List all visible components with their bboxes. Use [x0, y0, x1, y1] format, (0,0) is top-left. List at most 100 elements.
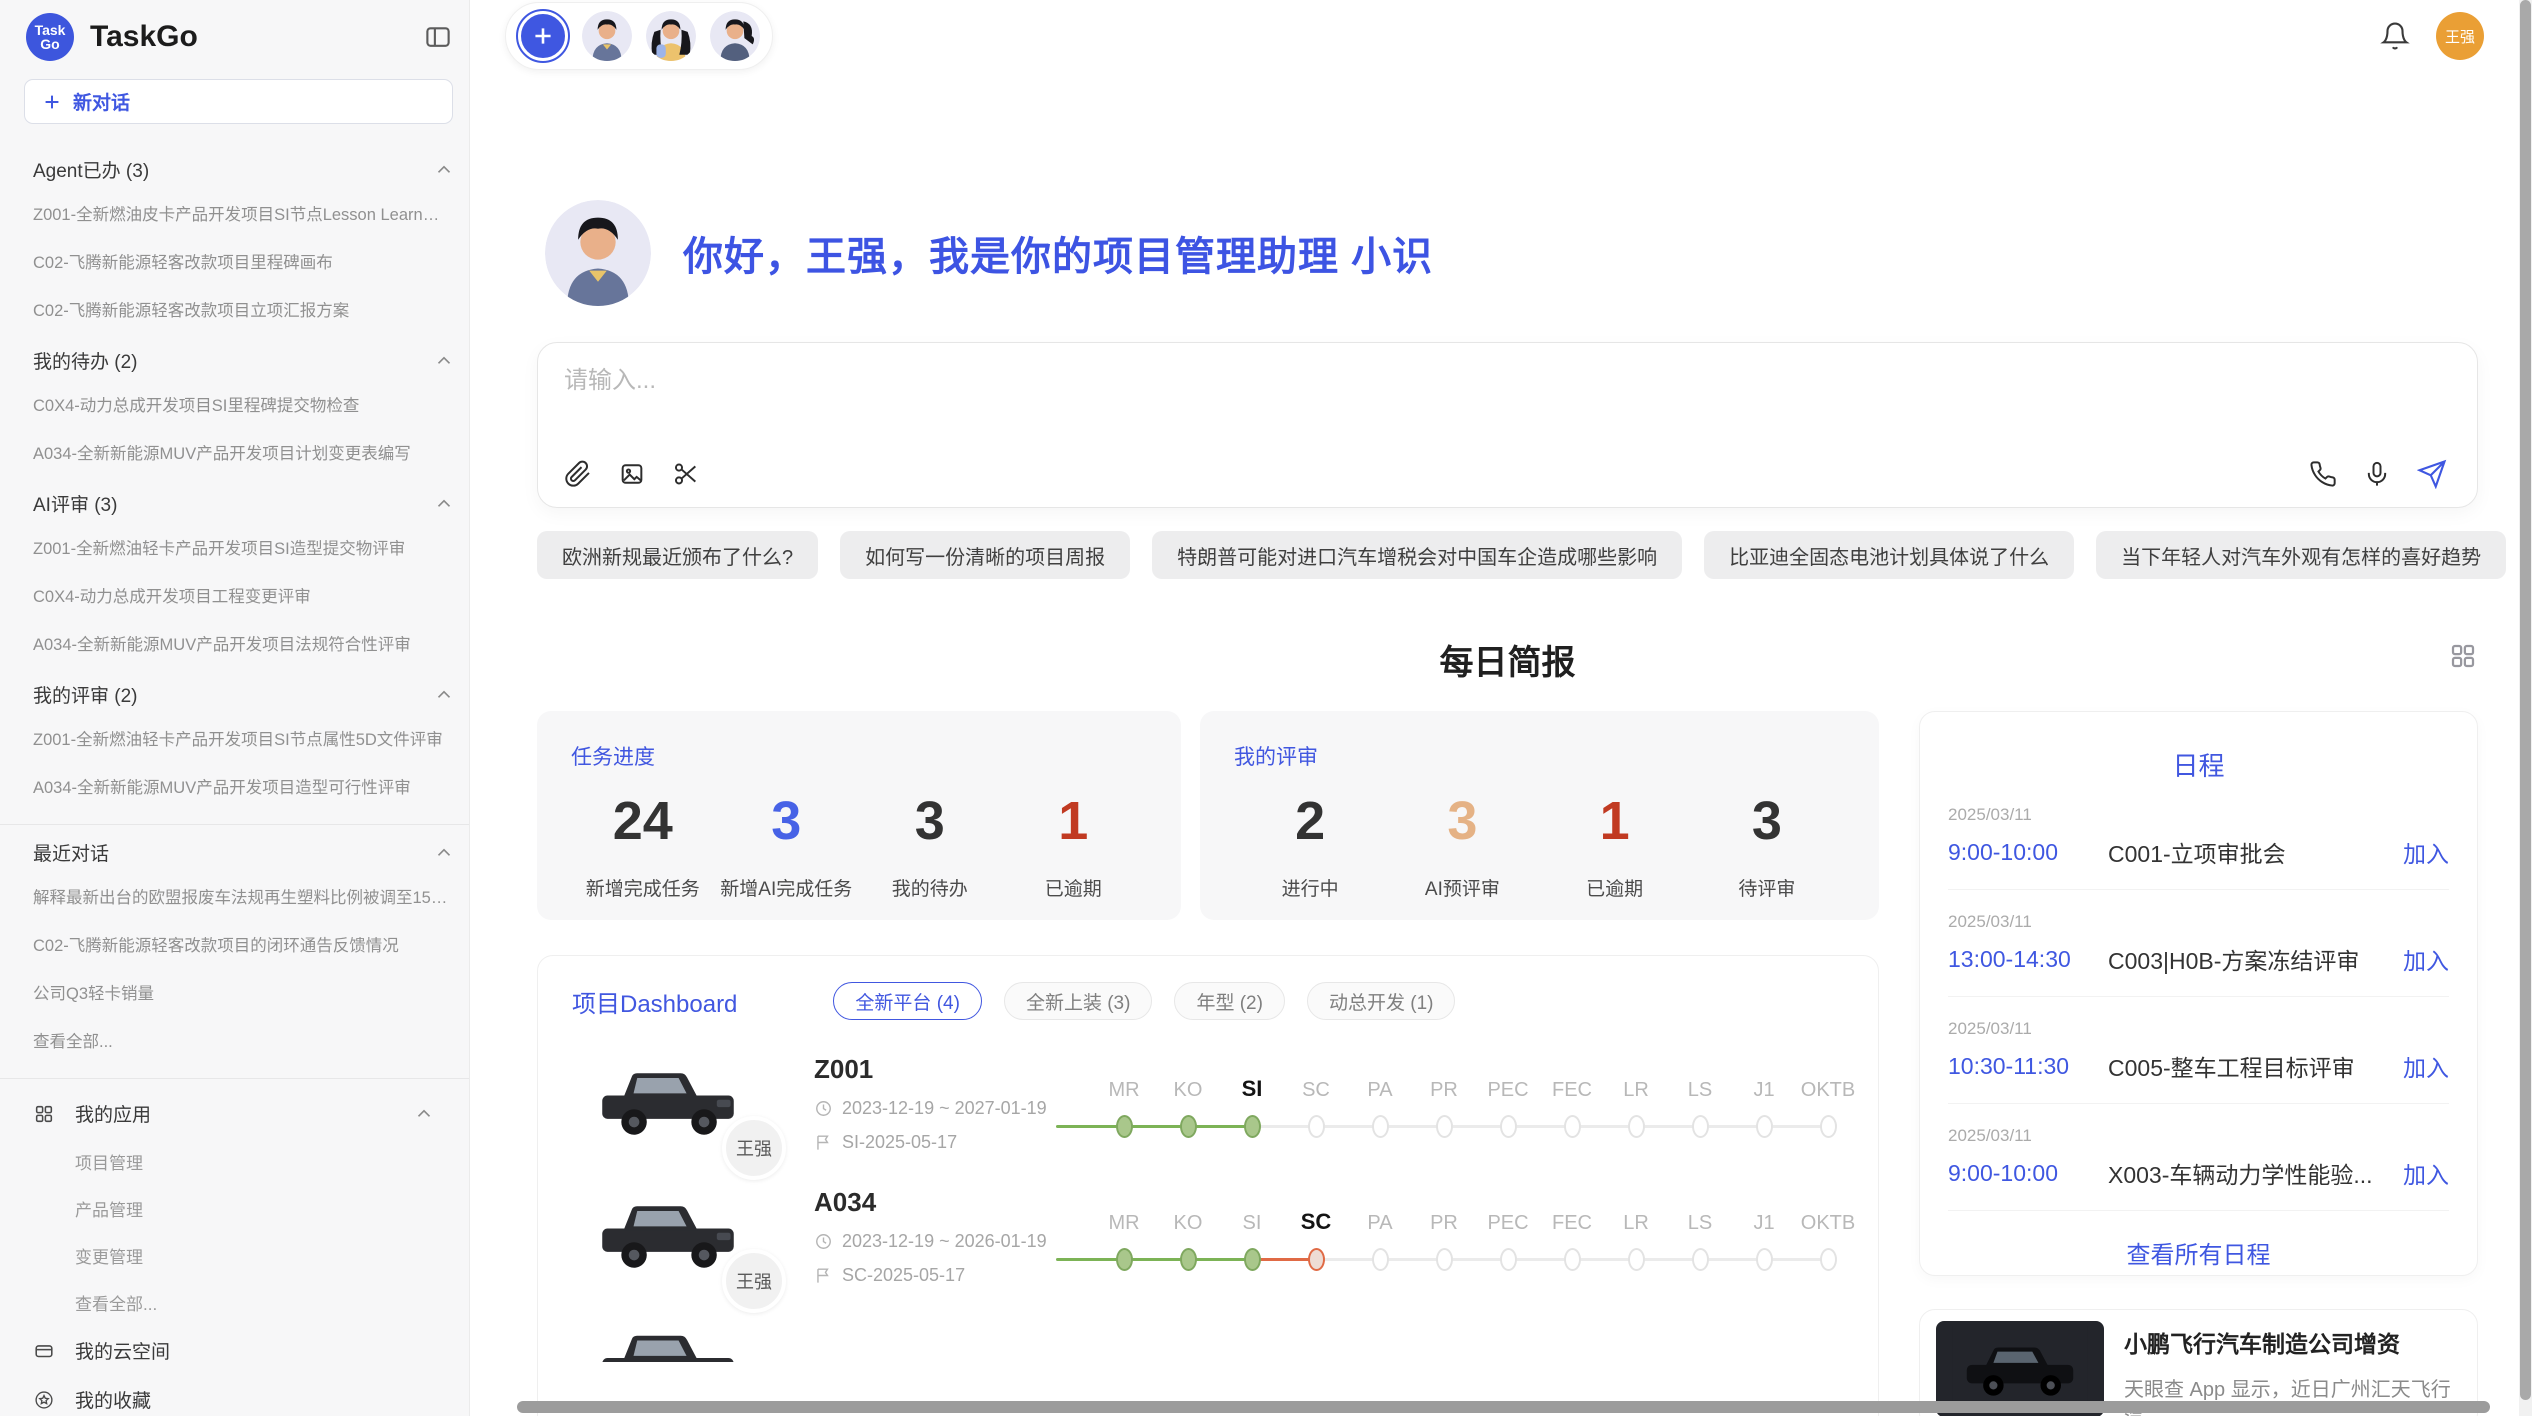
suggestion-chip[interactable]: 特朗普可能对进口汽车增税会对中国车企造成哪些影响: [1152, 531, 1682, 579]
sidebar-task-item[interactable]: A034-全新新能源MUV产品开发项目法规符合性评审: [33, 619, 455, 667]
dashboard-tab[interactable]: 全新平台 (4): [833, 982, 982, 1020]
sidebar-link-cloud-space[interactable]: 我的云空间: [33, 1326, 455, 1375]
add-assistant-button[interactable]: [518, 11, 568, 61]
join-meeting-link[interactable]: 加入: [2403, 1156, 2449, 1190]
horizontal-scrollbar[interactable]: [517, 1401, 2490, 1413]
sidebar-task-item[interactable]: A034-全新新能源MUV产品开发项目造型可行性评审: [33, 762, 455, 810]
schedule-item: 2025/03/119:00-10:00X003-车辆动力学性能验...加入: [1948, 1104, 2449, 1211]
milestone[interactable]: SC: [1284, 1205, 1348, 1271]
milestone[interactable]: MR: [1092, 1205, 1156, 1271]
chevron-up-icon[interactable]: [433, 493, 455, 515]
assistant-avatar-2[interactable]: [646, 11, 696, 61]
chevron-up-icon[interactable]: [433, 684, 455, 706]
sidebar-group-1-header: 我的待办 (2): [33, 347, 455, 374]
milestone[interactable]: LS: [1668, 1205, 1732, 1271]
stat-value: 2: [1295, 785, 1325, 858]
project-timeline: MRKOSISCPAPRPECFECLR LS J1OKTB: [1092, 1203, 1860, 1271]
milestone[interactable]: FEC: [1540, 1205, 1604, 1271]
my-app-item[interactable]: 项目管理: [33, 1138, 455, 1185]
milestone[interactable]: MR: [1092, 1072, 1156, 1138]
view-all-schedule-link[interactable]: 查看所有日程: [1948, 1211, 2449, 1294]
sidebar-task-item[interactable]: Z001-全新燃油皮卡产品开发项目SI节点Lesson Learn报告: [33, 189, 455, 237]
image-icon[interactable]: [618, 460, 646, 488]
milestone-label: LS: [1688, 1205, 1712, 1235]
sidebar-link-star-badge[interactable]: 我的收藏: [33, 1375, 455, 1416]
microphone-icon[interactable]: [2363, 460, 2391, 488]
sidebar-task-item[interactable]: C0X4-动力总成开发项目工程变更评审: [33, 571, 455, 619]
chat-input[interactable]: [564, 367, 2447, 395]
my-app-item[interactable]: 产品管理: [33, 1185, 455, 1232]
join-meeting-link[interactable]: 加入: [2403, 1049, 2449, 1083]
milestone[interactable]: KO: [1156, 1205, 1220, 1271]
chevron-up-icon[interactable]: [433, 159, 455, 181]
stat-item: 24新增完成任务: [571, 785, 715, 901]
notification-bell-icon[interactable]: [2380, 21, 2410, 51]
stat-label: 新增完成任务: [586, 874, 700, 901]
project-flag-milestone: SC-2025-05-17: [842, 1265, 965, 1286]
briefing-header: 每日简报: [537, 635, 2478, 681]
stat-item: 3我的待办: [858, 785, 1002, 901]
recent-chats-header: 最近对话: [33, 839, 455, 866]
sidebar-task-item[interactable]: A034-全新新能源MUV产品开发项目计划变更表编写: [33, 428, 455, 476]
milestone[interactable]: FEC: [1540, 1072, 1604, 1138]
milestone[interactable]: SC: [1284, 1072, 1348, 1138]
sidebar-collapse-icon[interactable]: [423, 22, 453, 52]
attachment-icon[interactable]: [564, 460, 592, 488]
join-meeting-link[interactable]: 加入: [2403, 942, 2449, 976]
stat-label: 已逾期: [1586, 874, 1643, 901]
milestone[interactable]: SI: [1220, 1205, 1284, 1271]
right-column: 日程 2025/03/119:00-10:00C001-立项审批会加入2025/…: [1919, 711, 2478, 1416]
layout-grid-icon[interactable]: [2448, 641, 2478, 671]
suggestion-chip[interactable]: 欧洲新规最近颁布了什么?: [537, 531, 818, 579]
phone-icon[interactable]: [2309, 460, 2337, 488]
suggestion-chip[interactable]: 比亚迪全固态电池计划具体说了什么: [1704, 531, 2074, 579]
milestone[interactable]: PR: [1412, 1205, 1476, 1271]
milestone[interactable]: OKTB: [1796, 1072, 1860, 1138]
recent-chat-item[interactable]: C02-飞腾新能源轻客改款项目的闭环通告反馈情况: [33, 920, 455, 968]
sidebar-task-item[interactable]: Z001-全新燃油轻卡产品开发项目SI节点属性5D文件评审: [33, 714, 455, 762]
milestone[interactable]: KO: [1156, 1072, 1220, 1138]
milestone[interactable]: J1: [1732, 1072, 1796, 1138]
assistant-avatar-3[interactable]: [710, 11, 760, 61]
milestone[interactable]: LS: [1668, 1072, 1732, 1138]
flag-icon: [814, 1266, 833, 1285]
milestone[interactable]: LR: [1604, 1072, 1668, 1138]
vertical-scrollbar-track[interactable]: [2519, 0, 2532, 1416]
recent-chat-item[interactable]: 公司Q3轻卡销量: [33, 968, 455, 1016]
recent-chat-item[interactable]: 查看全部...: [33, 1016, 455, 1064]
milestone[interactable]: OKTB: [1796, 1205, 1860, 1271]
milestone[interactable]: PEC: [1476, 1205, 1540, 1271]
dashboard-tab[interactable]: 年型 (2): [1174, 982, 1285, 1020]
sidebar-task-item[interactable]: C02-飞腾新能源轻客改款项目里程碑画布: [33, 237, 455, 285]
recent-chat-item[interactable]: 解释最新出台的欧盟报废车法规再生塑料比例被调至15%...: [33, 872, 455, 920]
news-card[interactable]: 小鹏飞行汽车制造公司增资 天眼查 App 显示，近日广州汇天飞行汽...: [1919, 1309, 2478, 1416]
user-avatar[interactable]: 王强: [2436, 12, 2484, 60]
new-chat-button[interactable]: 新对话: [24, 79, 453, 124]
sidebar-scroll: Agent已办 (3)Z001-全新燃油皮卡产品开发项目SI节点Lesson L…: [0, 124, 469, 1416]
chevron-up-icon[interactable]: [433, 350, 455, 372]
sidebar-task-item[interactable]: Z001-全新燃油轻卡产品开发项目SI造型提交物评审: [33, 523, 455, 571]
milestone[interactable]: PEC: [1476, 1072, 1540, 1138]
milestone[interactable]: PA: [1348, 1072, 1412, 1138]
milestone[interactable]: SI: [1220, 1072, 1284, 1138]
assistant-avatar-1[interactable]: [582, 11, 632, 61]
my-apps-header[interactable]: 我的应用: [33, 1089, 455, 1138]
scissors-icon[interactable]: [672, 460, 700, 488]
schedule-meeting-title: X003-车辆动力学性能验...: [2108, 1156, 2389, 1190]
dashboard-tab[interactable]: 全新上装 (3): [1004, 982, 1153, 1020]
chevron-up-icon[interactable]: [433, 842, 455, 864]
milestone[interactable]: PA: [1348, 1205, 1412, 1271]
sidebar-task-item[interactable]: C02-飞腾新能源轻客改款项目立项汇报方案: [33, 285, 455, 333]
suggestion-chip[interactable]: 如何写一份清晰的项目周报: [840, 531, 1130, 579]
milestone[interactable]: LR: [1604, 1205, 1668, 1271]
dashboard-tab[interactable]: 动总开发 (1): [1307, 982, 1456, 1020]
my-app-item[interactable]: 查看全部...: [33, 1279, 455, 1326]
join-meeting-link[interactable]: 加入: [2403, 835, 2449, 869]
my-app-item[interactable]: 变更管理: [33, 1232, 455, 1279]
suggestion-chip[interactable]: 当下年轻人对汽车外观有怎样的喜好趋势: [2096, 531, 2506, 579]
milestone[interactable]: PR: [1412, 1072, 1476, 1138]
send-icon[interactable]: [2417, 459, 2447, 489]
milestone[interactable]: J1: [1732, 1205, 1796, 1271]
vertical-scrollbar-thumb[interactable]: [2520, 0, 2531, 1400]
sidebar-task-item[interactable]: C0X4-动力总成开发项目SI里程碑提交物检查: [33, 380, 455, 428]
